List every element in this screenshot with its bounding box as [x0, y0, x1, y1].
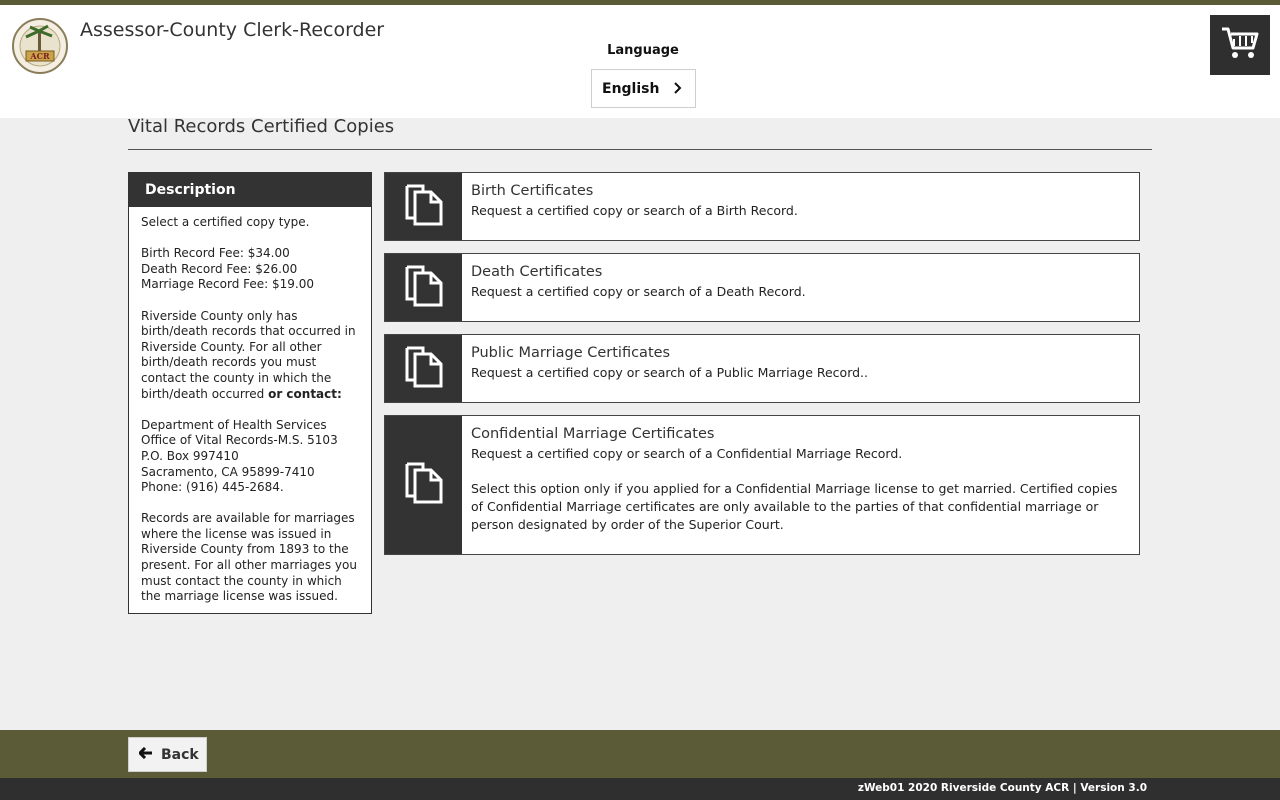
- description-heading: Description: [129, 173, 371, 207]
- copy-document-icon: [404, 264, 444, 312]
- county-note: Riverside County only has birth/death re…: [141, 309, 359, 403]
- confidential-marriage-certificates-card[interactable]: Confidential Marriage Certificates Reque…: [384, 415, 1140, 555]
- copy-document-icon: [404, 345, 444, 393]
- marriage-note-line: where the license was issued in: [141, 526, 332, 541]
- card-description: Request a certified copy or search of a …: [471, 365, 869, 380]
- contact-address: Department of Health Services Office of …: [141, 418, 359, 496]
- description-body: Select a certified copy type. Birth Reco…: [129, 207, 371, 605]
- note-line: birth/death records you must: [141, 355, 317, 370]
- address-line: Department of Health Services: [141, 417, 327, 432]
- fee-item: Birth Record Fee: $34.00: [141, 246, 290, 261]
- address-line: Office of Vital Records-M.S. 5103: [141, 433, 338, 448]
- death-certificates-card[interactable]: Death Certificates Request a certified c…: [384, 253, 1140, 322]
- description-intro: Select a certified copy type.: [141, 215, 310, 229]
- card-icon-box: [385, 173, 462, 240]
- marriage-note: Records are available for marriages wher…: [141, 511, 359, 605]
- note-line: Riverside County only has: [141, 308, 298, 323]
- marriage-note-line: present. For all other marriages you: [141, 558, 357, 573]
- back-button[interactable]: Back: [128, 737, 207, 772]
- version-text: zWeb01 2020 Riverside County ACR | Versi…: [857, 782, 1147, 794]
- birth-certificates-card[interactable]: Birth Certificates Request a certified c…: [384, 172, 1140, 241]
- note-line: Riverside County. For all other: [141, 339, 322, 354]
- copy-document-icon: [404, 461, 444, 509]
- card-icon-box: [385, 416, 462, 554]
- language-value: English: [602, 80, 660, 97]
- fee-item: Marriage Record Fee: $19.00: [141, 277, 314, 292]
- note-last-text: birth/death occurred: [141, 386, 269, 401]
- version-bar: zWeb01 2020 Riverside County ACR | Versi…: [0, 778, 1280, 800]
- language-selector-button[interactable]: English: [591, 69, 696, 108]
- title-divider: [128, 149, 1152, 150]
- card-title: Birth Certificates: [471, 183, 594, 199]
- shopping-cart-icon: [1220, 26, 1260, 64]
- language-label: Language: [607, 43, 679, 58]
- description-panel: Description Select a certified copy type…: [128, 172, 372, 614]
- fee-item: Death Record Fee: $26.00: [141, 261, 298, 276]
- cart-button[interactable]: [1210, 15, 1270, 75]
- marriage-note-line: Riverside County from 1893 to the: [141, 542, 349, 557]
- card-title: Confidential Marriage Certificates: [471, 426, 715, 442]
- page-title: Vital Records Certified Copies: [128, 116, 395, 137]
- address-line: P.O. Box 997410: [141, 448, 239, 463]
- site-header: ACR Assessor-County Clerk-Recorder Langu…: [0, 5, 1280, 118]
- back-label: Back: [161, 746, 199, 763]
- fee-list: Birth Record Fee: $34.00 Death Record Fe…: [141, 246, 359, 293]
- card-icon-box: [385, 335, 462, 402]
- address-line: Sacramento, CA 95899-7410: [141, 464, 315, 479]
- card-description: Request a certified copy or search of a …: [471, 446, 903, 461]
- address-line: Phone: (916) 445-2684.: [141, 480, 284, 495]
- card-title: Public Marriage Certificates: [471, 345, 671, 361]
- note-line: contact the county in which the: [141, 370, 332, 385]
- copy-document-icon: [404, 183, 444, 231]
- card-note: Select this option only if you applied f…: [471, 481, 1118, 532]
- card-description: Request a certified copy or search of a …: [471, 284, 806, 299]
- public-marriage-certificates-card[interactable]: Public Marriage Certificates Request a c…: [384, 334, 1140, 403]
- note-line: birth/death records that occurred in: [141, 324, 356, 339]
- app-title: Assessor-County Clerk-Recorder: [80, 19, 385, 41]
- card-description: Request a certified copy or search of a …: [471, 203, 798, 218]
- card-icon-box: [385, 254, 462, 321]
- note-bold-text: or contact:: [268, 386, 342, 401]
- note-line-last: birth/death occurred or contact:: [141, 387, 359, 403]
- arrow-left-icon: [137, 746, 153, 763]
- card-title: Death Certificates: [471, 264, 603, 280]
- chevron-right-icon: [673, 80, 682, 98]
- marriage-note-line: the marriage license was issued.: [141, 589, 338, 604]
- marriage-note-line: Records are available for marriages: [141, 511, 355, 526]
- marriage-note-line: must contact the county in which: [141, 573, 342, 588]
